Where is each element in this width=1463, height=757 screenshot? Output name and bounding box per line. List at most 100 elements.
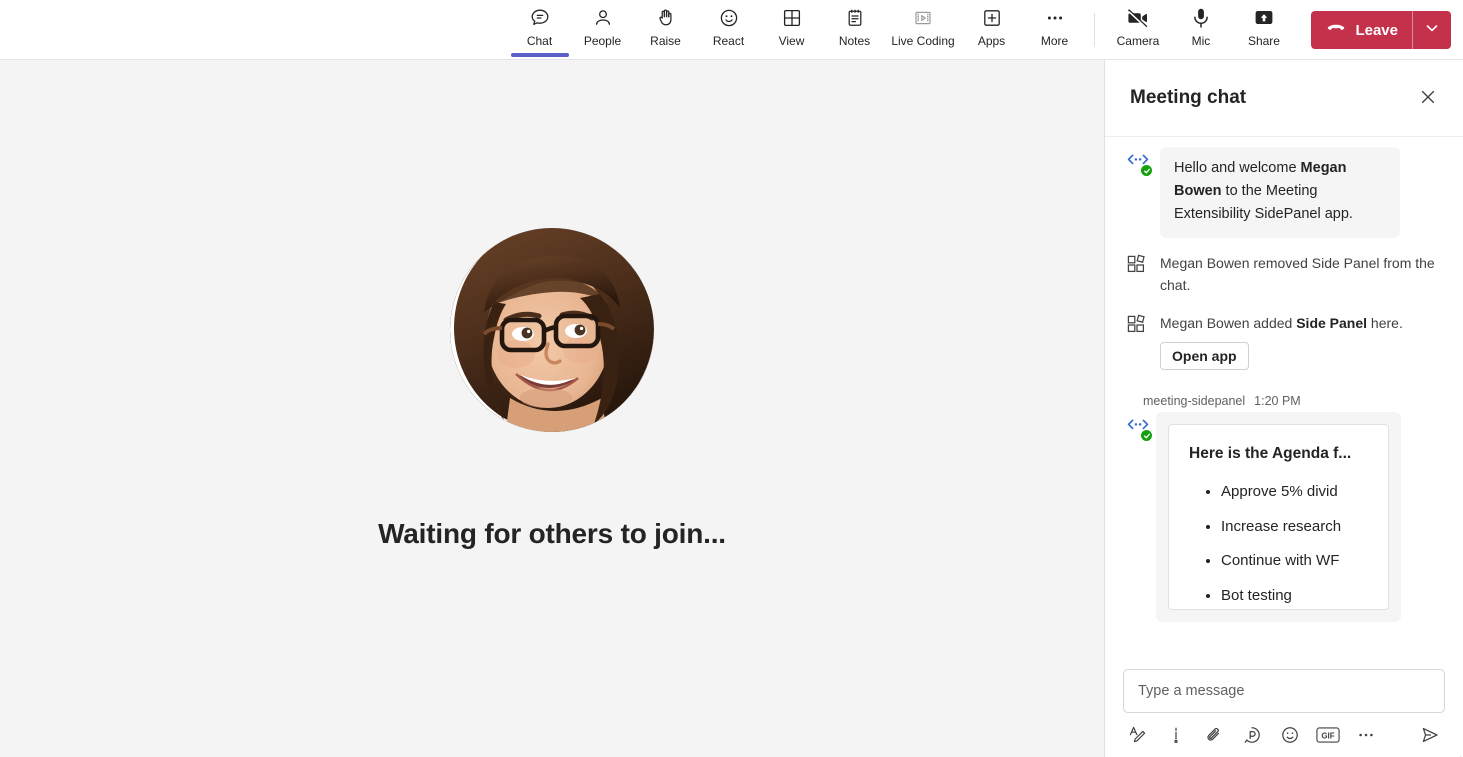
send-icon (1419, 724, 1441, 749)
apps-grid-icon (1126, 254, 1148, 279)
chat-message-bot-welcome: Hello and welcome Megan Bowen to the Mee… (1105, 147, 1463, 238)
meeting-toolbar-actions: Chat People Raise React View Notes Live … (508, 0, 1103, 60)
mic-icon (1189, 6, 1213, 30)
toolbar-item-label: Live Coding (891, 34, 955, 48)
people-icon (592, 6, 614, 30)
gif-icon: GIF (1316, 726, 1340, 747)
message-sender: meeting-sidepanel (1143, 394, 1246, 408)
toolbar-item-raise[interactable]: Raise (634, 0, 697, 59)
resize-grip-icon (1455, 749, 1462, 757)
chat-message-meta: meeting-sidepanel 1:20 PM (1105, 386, 1463, 412)
send-message-button[interactable] (1417, 723, 1443, 749)
stage-content: Waiting for others to join... (378, 227, 726, 550)
toolbar-divider (1094, 13, 1095, 47)
emoji-icon (1280, 725, 1300, 748)
toolbar-item-apps[interactable]: Apps (960, 0, 1023, 59)
camera-off-icon (1126, 6, 1150, 30)
system-message-block: Megan Bowen added Side Panel here. Open … (1160, 312, 1403, 370)
set-important-button[interactable] (1163, 723, 1189, 749)
control-label: Share (1247, 34, 1280, 48)
toolbar-item-label: Raise (650, 34, 681, 48)
leave-label: Leave (1355, 21, 1398, 39)
toolbar-item-label: View (778, 34, 805, 48)
leave-options-button[interactable] (1413, 11, 1451, 49)
apps-grid-icon (1126, 314, 1148, 339)
chat-message-agenda-card: Here is the Agenda f... Approve 5% divid… (1105, 412, 1463, 622)
control-label: Camera (1116, 34, 1160, 48)
toolbar-item-label: React (712, 34, 745, 48)
more-options-button[interactable] (1353, 723, 1379, 749)
toolbar-item-label: People (583, 34, 622, 48)
mic-toggle-button[interactable]: Mic (1169, 0, 1232, 59)
loop-component-button[interactable] (1239, 723, 1265, 749)
toolbar-item-label: Apps (977, 34, 1006, 48)
toolbar-item-people[interactable]: People (571, 0, 634, 59)
message-input[interactable] (1138, 683, 1430, 699)
toolbar-item-live-coding[interactable]: Live Coding (886, 0, 960, 59)
agenda-item-list: Approve 5% divid Increase research Conti… (1169, 475, 1388, 610)
close-chat-button[interactable] (1413, 83, 1443, 113)
format-text-button[interactable] (1125, 723, 1151, 749)
chat-panel-title: Meeting chat (1130, 87, 1247, 108)
system-text-part: Megan Bowen removed Side Panel from the … (1160, 255, 1435, 293)
leave-main[interactable]: Leave (1311, 11, 1412, 49)
chat-system-message-added: Megan Bowen added Side Panel here. Open … (1105, 312, 1463, 370)
verified-badge-icon (1140, 164, 1153, 177)
emoji-button[interactable] (1277, 723, 1303, 749)
toolbar-item-chat[interactable]: Chat (508, 0, 571, 59)
agenda-item: Approve 5% divid (1221, 475, 1388, 510)
system-message-text: Megan Bowen removed Side Panel from the … (1160, 252, 1447, 296)
hang-up-icon (1325, 17, 1347, 43)
loop-component-icon (1242, 725, 1262, 748)
toolbar-item-react[interactable]: React (697, 0, 760, 59)
camera-toggle-button[interactable]: Camera (1106, 0, 1169, 59)
view-grid-icon (781, 6, 803, 30)
chat-message-list[interactable]: Hello and welcome Megan Bowen to the Mee… (1105, 137, 1463, 659)
agenda-adaptive-card[interactable]: Here is the Agenda f... Approve 5% divid… (1168, 424, 1389, 610)
bot-avatar (1126, 150, 1153, 177)
leave-meeting-button[interactable]: Leave (1311, 11, 1451, 49)
verified-badge-icon (1140, 429, 1153, 442)
more-ellipsis-icon (1044, 6, 1066, 30)
system-text-part-bold: Side Panel (1296, 315, 1368, 331)
agenda-item: Bot testing (1221, 579, 1388, 610)
meeting-chat-panel: Meeting chat Hello and welcome Megan Bow… (1105, 60, 1463, 757)
chat-compose-area: GIF (1105, 659, 1463, 757)
meeting-stage: Waiting for others to join... (0, 60, 1105, 757)
chat-system-message-removed: Megan Bowen removed Side Panel from the … (1105, 252, 1463, 296)
gif-button[interactable]: GIF (1315, 723, 1341, 749)
attach-file-button[interactable] (1201, 723, 1227, 749)
toolbar-item-label: Notes (838, 34, 871, 48)
agenda-card-title: Here is the Agenda f... (1189, 445, 1352, 462)
control-label: Mic (1191, 34, 1211, 48)
system-message-text: Megan Bowen added Side Panel here. (1160, 312, 1403, 334)
notes-icon (844, 6, 866, 30)
raise-hand-icon (655, 6, 677, 30)
toolbar-item-notes[interactable]: Notes (823, 0, 886, 59)
more-options-icon (1356, 725, 1376, 748)
open-app-button[interactable]: Open app (1160, 342, 1249, 370)
card-bubble: Here is the Agenda f... Approve 5% divid… (1156, 412, 1401, 622)
chat-bubble: Hello and welcome Megan Bowen to the Mee… (1160, 147, 1400, 238)
chevron-down-icon (1424, 20, 1440, 41)
format-text-icon (1128, 725, 1148, 748)
stage-caption: Waiting for others to join... (378, 517, 726, 549)
react-emoji-icon (718, 6, 740, 30)
meeting-toolbar: Chat People Raise React View Notes Live … (0, 0, 1463, 60)
important-icon (1166, 725, 1186, 748)
share-screen-icon (1252, 6, 1276, 30)
svg-text:GIF: GIF (1321, 731, 1334, 740)
toolbar-item-view[interactable]: View (760, 0, 823, 59)
share-screen-button[interactable]: Share (1232, 0, 1295, 59)
toolbar-item-label: Chat (526, 34, 553, 48)
message-input-box[interactable] (1123, 669, 1445, 713)
attach-file-icon (1204, 725, 1224, 748)
apps-plus-icon (981, 6, 1003, 30)
compose-toolbar: GIF (1123, 723, 1445, 749)
bubble-text-part: Hello and welcome (1174, 160, 1301, 176)
agenda-item: Increase research (1221, 510, 1388, 545)
toolbar-item-more[interactable]: More (1023, 0, 1086, 59)
message-timestamp: 1:20 PM (1254, 394, 1301, 408)
live-coding-icon (912, 6, 934, 30)
toolbar-item-label: More (1040, 34, 1069, 48)
